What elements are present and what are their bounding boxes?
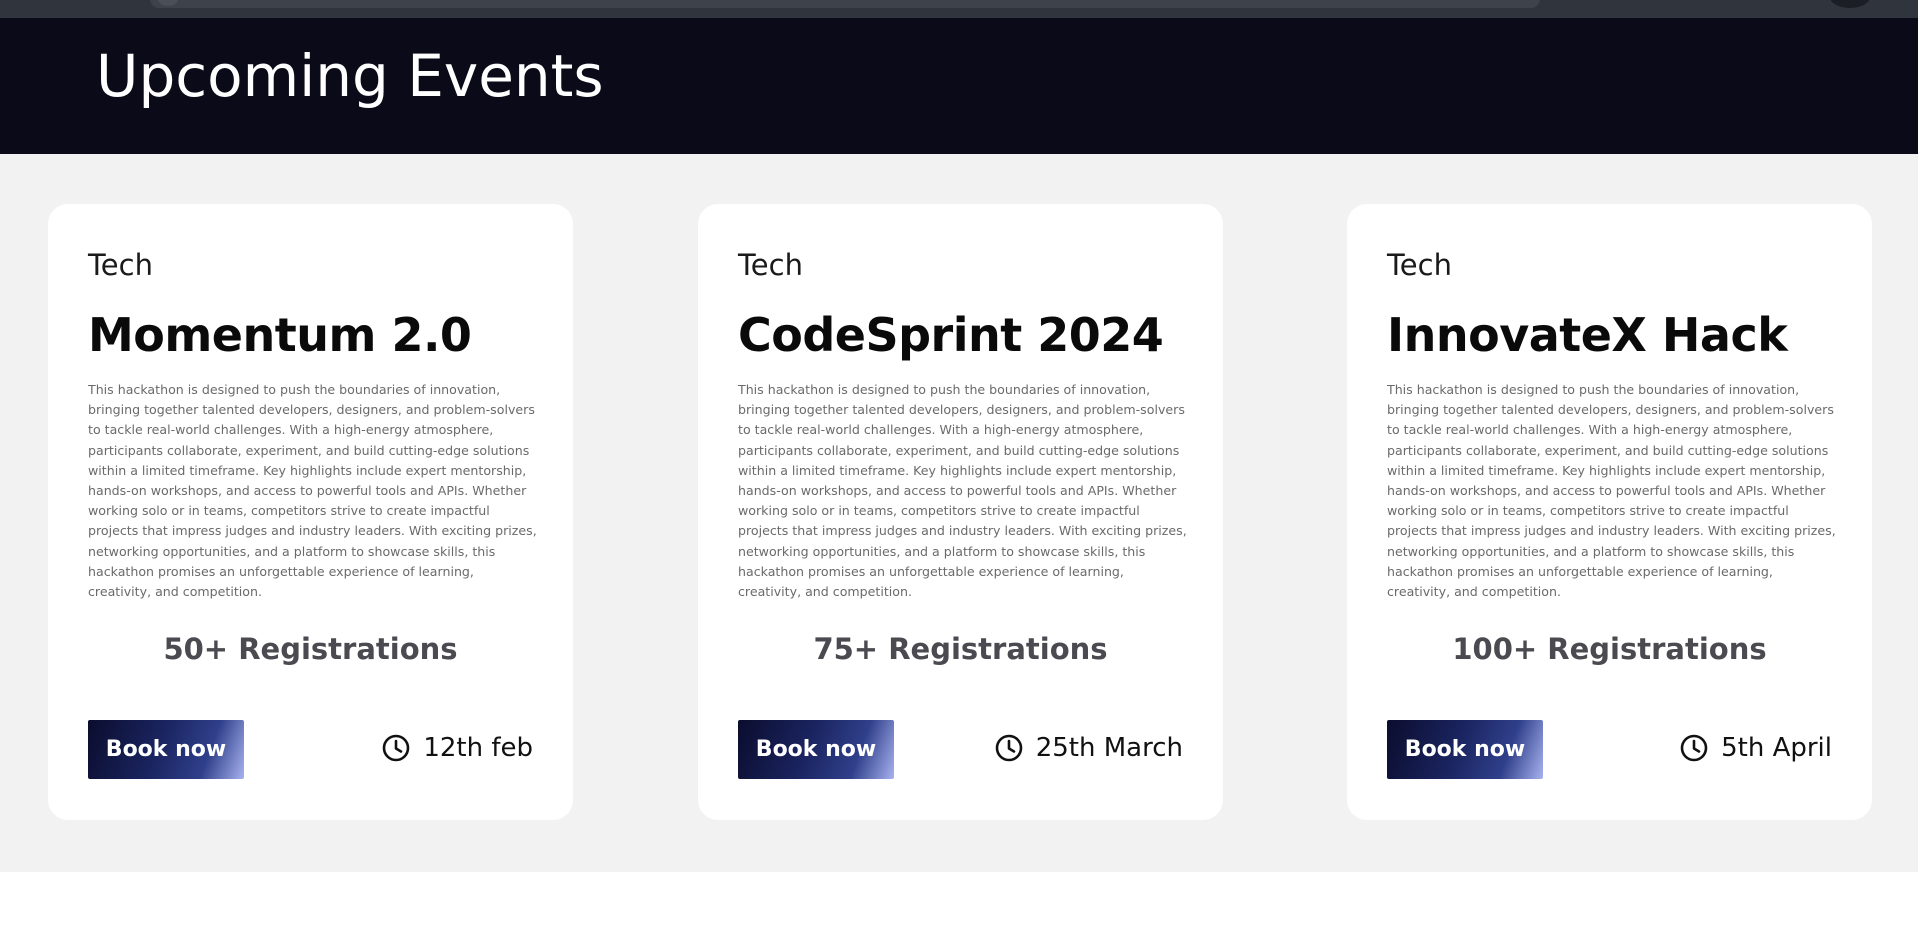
event-date: 5th April	[1679, 730, 1832, 766]
event-description: This hackathon is designed to push the b…	[88, 382, 537, 600]
book-now-button[interactable]: Book now	[738, 720, 894, 779]
registrations-count: 50+ Registrations	[163, 632, 458, 666]
event-category: Tech	[738, 248, 803, 282]
event-date: 25th March	[994, 730, 1183, 766]
browser-toolbar	[0, 0, 1918, 18]
profile-avatar[interactable]	[1830, 0, 1870, 8]
event-description: This hackathon is designed to push the b…	[1387, 382, 1836, 600]
event-date: 12th feb	[381, 730, 533, 766]
event-title: CodeSprint 2024	[738, 308, 1164, 362]
event-description: This hackathon is designed to push the b…	[738, 382, 1187, 600]
registrations-count: 100+ Registrations	[1452, 632, 1767, 666]
events-section: Tech Momentum 2.0 This hackathon is desi…	[0, 154, 1918, 872]
clock-icon	[995, 734, 1023, 762]
page-header: Upcoming Events	[0, 18, 1918, 154]
event-title: Momentum 2.0	[88, 308, 472, 362]
address-bar[interactable]	[150, 0, 1540, 8]
book-now-button[interactable]: Book now	[88, 720, 244, 779]
event-card: Tech InnovateX Hack This hackathon is de…	[1347, 204, 1872, 820]
book-now-button[interactable]: Book now	[1387, 720, 1543, 779]
clock-icon	[383, 734, 410, 762]
clock-icon	[1680, 734, 1708, 762]
page-title: Upcoming Events	[96, 42, 604, 110]
event-category: Tech	[1387, 248, 1452, 282]
event-title: InnovateX Hack	[1387, 308, 1788, 362]
registrations-count: 75+ Registrations	[813, 632, 1108, 666]
event-card: Tech CodeSprint 2024 This hackathon is d…	[698, 204, 1223, 820]
event-date-text: 12th feb	[423, 733, 533, 763]
event-date-text: 25th March	[1035, 733, 1183, 763]
event-card: Tech Momentum 2.0 This hackathon is desi…	[48, 204, 573, 820]
event-category: Tech	[88, 248, 153, 282]
event-date-text: 5th April	[1721, 733, 1832, 763]
